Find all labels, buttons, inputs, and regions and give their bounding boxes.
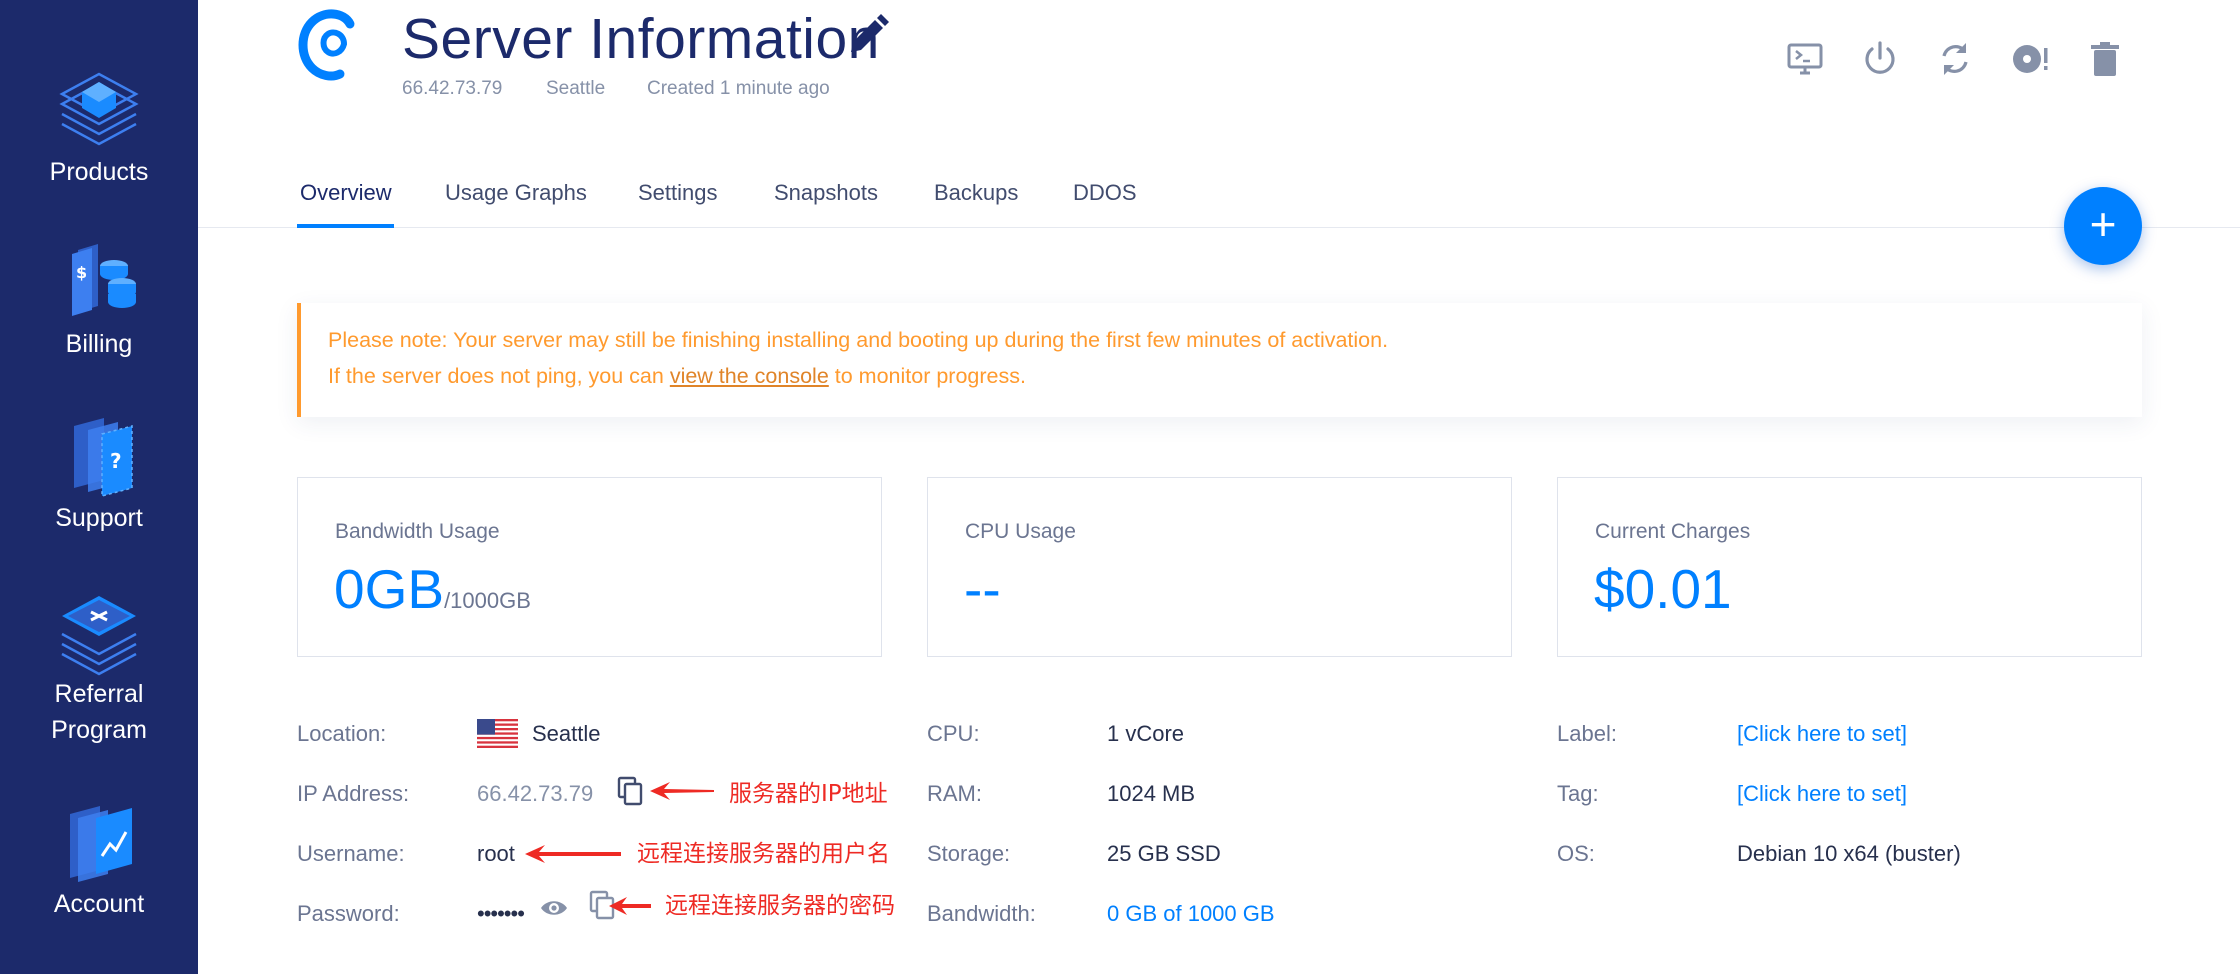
trash-icon[interactable] xyxy=(2086,40,2124,78)
header-ip: 66.42.73.79 xyxy=(402,78,503,99)
notice-line-1: Please note: Your server may still be fi… xyxy=(328,328,1389,352)
ip-label: IP Address: xyxy=(297,781,410,806)
tabs-divider xyxy=(198,227,2240,228)
billing-icon: $ xyxy=(72,244,136,316)
eye-icon[interactable] xyxy=(539,895,569,921)
tab-settings[interactable]: Settings xyxy=(638,178,718,208)
tab-snapshots[interactable]: Snapshots xyxy=(774,178,878,208)
notice-banner: Please note: Your server may still be fi… xyxy=(297,303,2142,417)
charges-card: Current Charges $0.01 xyxy=(1557,477,2142,657)
plus-icon: + xyxy=(2089,198,2117,250)
storage-label: Storage: xyxy=(927,841,1011,866)
sidebar-item-billing[interactable]: $ Billing xyxy=(0,240,198,362)
annotation-arrow-ip xyxy=(650,782,714,800)
tag-label: Tag: xyxy=(1557,781,1599,806)
edit-icon[interactable] xyxy=(845,14,889,58)
location-label: Location: xyxy=(297,721,387,746)
sidebar: Products $ Billing ? Support Referral Pr… xyxy=(0,0,198,974)
bandwidth-card: Bandwidth Usage 0GB/1000GB xyxy=(297,477,882,657)
ram-value: 1024 MB xyxy=(1107,781,1196,806)
card-label: CPU Usage xyxy=(965,520,1076,543)
bandwidth-value: 0GB/1000GB xyxy=(334,556,531,634)
annotation-arrow-password xyxy=(609,897,651,915)
os-value: Debian 10 x64 (buster) xyxy=(1737,841,1961,866)
sidebar-item-label: Program xyxy=(51,716,147,744)
annotation-username: 远程连接服务器的用户名 xyxy=(637,841,890,867)
password-value: ••••••• xyxy=(477,901,525,926)
svg-text:?: ? xyxy=(110,449,122,473)
header-created: Created 1 minute ago xyxy=(647,78,830,99)
charges-value: $0.01 xyxy=(1594,558,1732,620)
password-label: Password: xyxy=(297,901,400,926)
cpu-spec-value: 1 vCore xyxy=(1107,721,1185,746)
os-label: OS: xyxy=(1557,841,1595,866)
username-value[interactable]: root xyxy=(477,839,515,869)
notice-line-2: If the server does not ping, you can vie… xyxy=(328,361,1026,391)
storage-value: 25 GB SSD xyxy=(1107,841,1221,866)
cpu-card: CPU Usage -- xyxy=(927,477,1512,657)
bandwidth-used: 0GB xyxy=(334,558,445,620)
page-title: Server Information xyxy=(402,7,880,71)
bandwidth-label: Bandwidth: xyxy=(927,901,1036,926)
us-flag-icon xyxy=(477,719,518,748)
sidebar-item-label: Support xyxy=(55,504,143,532)
power-icon[interactable] xyxy=(1861,40,1899,78)
bandwidth-link[interactable]: 0 GB of 1000 GB xyxy=(1107,899,1275,929)
referral-icon xyxy=(61,596,137,676)
notice-line-2-suffix: to monitor progress. xyxy=(828,364,1026,388)
annotation-arrow-username xyxy=(525,845,621,863)
tab-usage-graphs[interactable]: Usage Graphs xyxy=(445,178,587,208)
add-button[interactable]: + xyxy=(2064,187,2142,265)
active-tab-indicator xyxy=(297,224,394,228)
sidebar-item-label: Referral xyxy=(54,680,144,708)
set-tag-link[interactable]: [Click here to set] xyxy=(1737,779,1907,809)
annotation-password: 远程连接服务器的密码 xyxy=(665,893,895,919)
card-label: Current Charges xyxy=(1595,520,1751,543)
server-label-label: Label: xyxy=(1557,721,1617,746)
sidebar-item-support[interactable]: ? Support xyxy=(0,414,198,536)
cpu-value: -- xyxy=(964,558,1001,620)
ram-label: RAM: xyxy=(927,781,982,806)
header-location: Seattle xyxy=(546,78,606,99)
tab-overview[interactable]: Overview xyxy=(300,178,392,208)
sidebar-item-label: Products xyxy=(49,158,149,186)
copy-icon[interactable] xyxy=(617,776,645,806)
sidebar-item-account[interactable]: Account xyxy=(0,800,198,922)
location-value: Seattle xyxy=(532,721,601,746)
cpu-label: CPU: xyxy=(927,721,980,746)
annotation-ip: 服务器的IP地址 xyxy=(729,781,888,807)
sidebar-item-products[interactable]: Products xyxy=(0,62,198,190)
svg-text:$: $ xyxy=(76,263,87,282)
ip-value[interactable]: 66.42.73.79 xyxy=(477,779,593,809)
view-console-link[interactable]: view the console xyxy=(670,364,829,388)
sidebar-item-label: Account xyxy=(53,890,145,918)
card-label: Bandwidth Usage xyxy=(335,520,500,543)
support-icon: ? xyxy=(74,418,133,497)
set-label-link[interactable]: [Click here to set] xyxy=(1737,719,1907,749)
notice-line-2-prefix: If the server does not ping, you can xyxy=(328,364,670,388)
tab-backups[interactable]: Backups xyxy=(934,178,1018,208)
bandwidth-total: /1000GB xyxy=(444,588,531,613)
products-icon xyxy=(59,72,139,146)
sidebar-item-referral[interactable]: Referral Program xyxy=(0,590,198,748)
account-icon xyxy=(70,806,132,882)
tab-ddos[interactable]: DDOS xyxy=(1073,178,1137,208)
username-label: Username: xyxy=(297,841,405,866)
sidebar-item-label: Billing xyxy=(65,330,133,358)
restart-icon[interactable] xyxy=(1936,40,1974,78)
console-icon[interactable] xyxy=(1786,40,1824,78)
logo-icon xyxy=(298,9,355,81)
reinstall-icon[interactable] xyxy=(2011,40,2049,78)
